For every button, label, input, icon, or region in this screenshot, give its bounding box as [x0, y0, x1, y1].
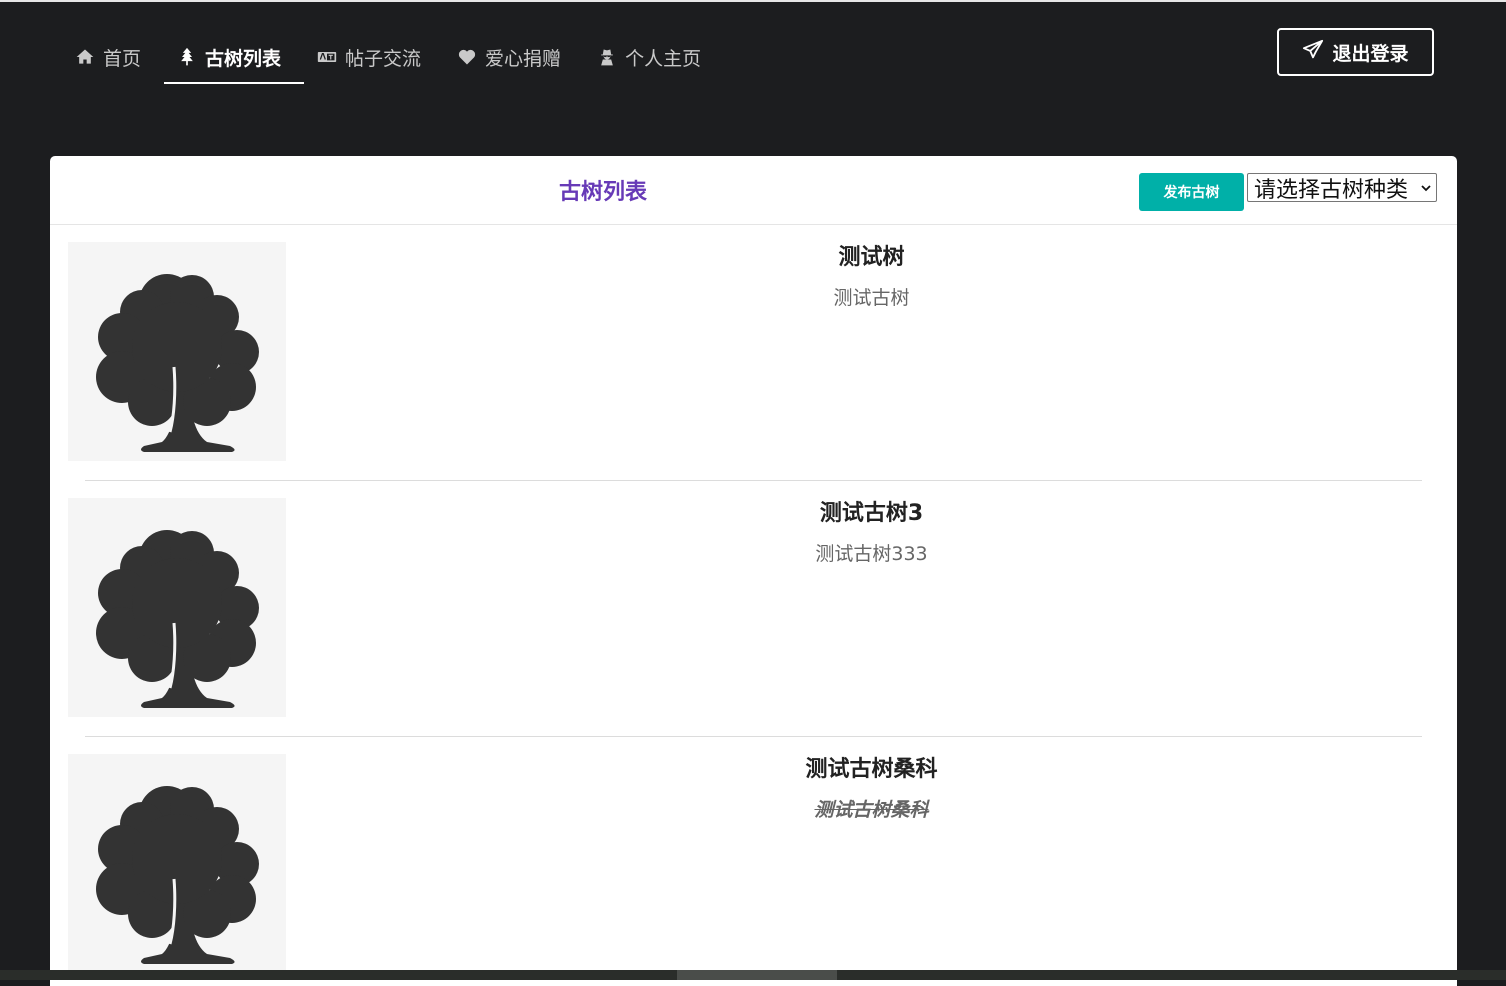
- tree-list-panel: 古树列表 发布古树 请选择古树种类 测试树 测试古树 测试古树3 测试古树333…: [50, 156, 1457, 986]
- tree-silhouette-icon: [96, 785, 259, 964]
- tree-icon: [176, 46, 198, 68]
- tree-thumbnail[interactable]: [68, 242, 286, 461]
- logout-button[interactable]: 退出登录: [1277, 28, 1434, 76]
- nav-item-label: 首页: [103, 47, 142, 70]
- top-border: [0, 0, 1506, 2]
- nav-item-home[interactable]: 首页: [62, 30, 164, 84]
- tree-name[interactable]: 测试古树3: [286, 495, 1457, 527]
- list-item[interactable]: 测试树 测试古树: [50, 225, 1457, 481]
- list-item[interactable]: 测试古树3 测试古树333: [50, 481, 1457, 737]
- paper-plane-icon: [1302, 39, 1324, 66]
- tree-silhouette-icon: [96, 529, 259, 708]
- chevron-down-icon: [1421, 185, 1431, 192]
- heart-icon: [456, 46, 478, 68]
- nav-item-donation[interactable]: 爱心捐赠: [444, 30, 584, 84]
- tree-silhouette-icon: [96, 273, 259, 452]
- nav-item-profile[interactable]: 个人主页: [584, 30, 724, 84]
- tree-thumbnail[interactable]: [68, 498, 286, 717]
- user-secret-icon: [596, 46, 618, 68]
- nav-item-label: 帖子交流: [345, 47, 422, 70]
- nav-item-posts[interactable]: 帖子交流: [304, 30, 444, 84]
- tree-list: 测试树 测试古树 测试古树3 测试古树333 测试古树桑科 测试古树桑科: [50, 225, 1457, 986]
- language-icon: [316, 46, 338, 68]
- logout-label: 退出登录: [1332, 42, 1409, 65]
- tree-description: 测试古树333: [815, 543, 928, 565]
- nav-item-label: 个人主页: [625, 47, 702, 70]
- tree-type-select[interactable]: 请选择古树种类: [1247, 173, 1437, 202]
- tree-type-select-value: 请选择古树种类: [1254, 177, 1409, 202]
- nav-item-label: 古树列表: [205, 47, 282, 70]
- publish-tree-button[interactable]: 发布古树: [1139, 173, 1244, 211]
- tree-name[interactable]: 测试树: [286, 239, 1457, 271]
- os-taskbar: [0, 970, 1506, 980]
- panel-header: 古树列表 发布古树 请选择古树种类: [50, 156, 1457, 225]
- list-item[interactable]: 测试古树桑科 测试古树桑科: [50, 737, 1457, 986]
- tree-description: 测试古树: [833, 287, 910, 309]
- tree-thumbnail[interactable]: [68, 754, 286, 973]
- tree-description: 测试古树桑科: [814, 799, 929, 821]
- home-icon: [74, 46, 96, 68]
- main-nav: 首页 古树列表 帖子交流 爱心捐赠 个人主页: [62, 30, 724, 86]
- taskbar-active-item[interactable]: [677, 970, 837, 980]
- page-title: 古树列表: [558, 180, 647, 205]
- nav-item-label: 爱心捐赠: [485, 47, 562, 70]
- tree-name[interactable]: 测试古树桑科: [286, 751, 1457, 783]
- nav-item-tree-list[interactable]: 古树列表: [164, 30, 305, 84]
